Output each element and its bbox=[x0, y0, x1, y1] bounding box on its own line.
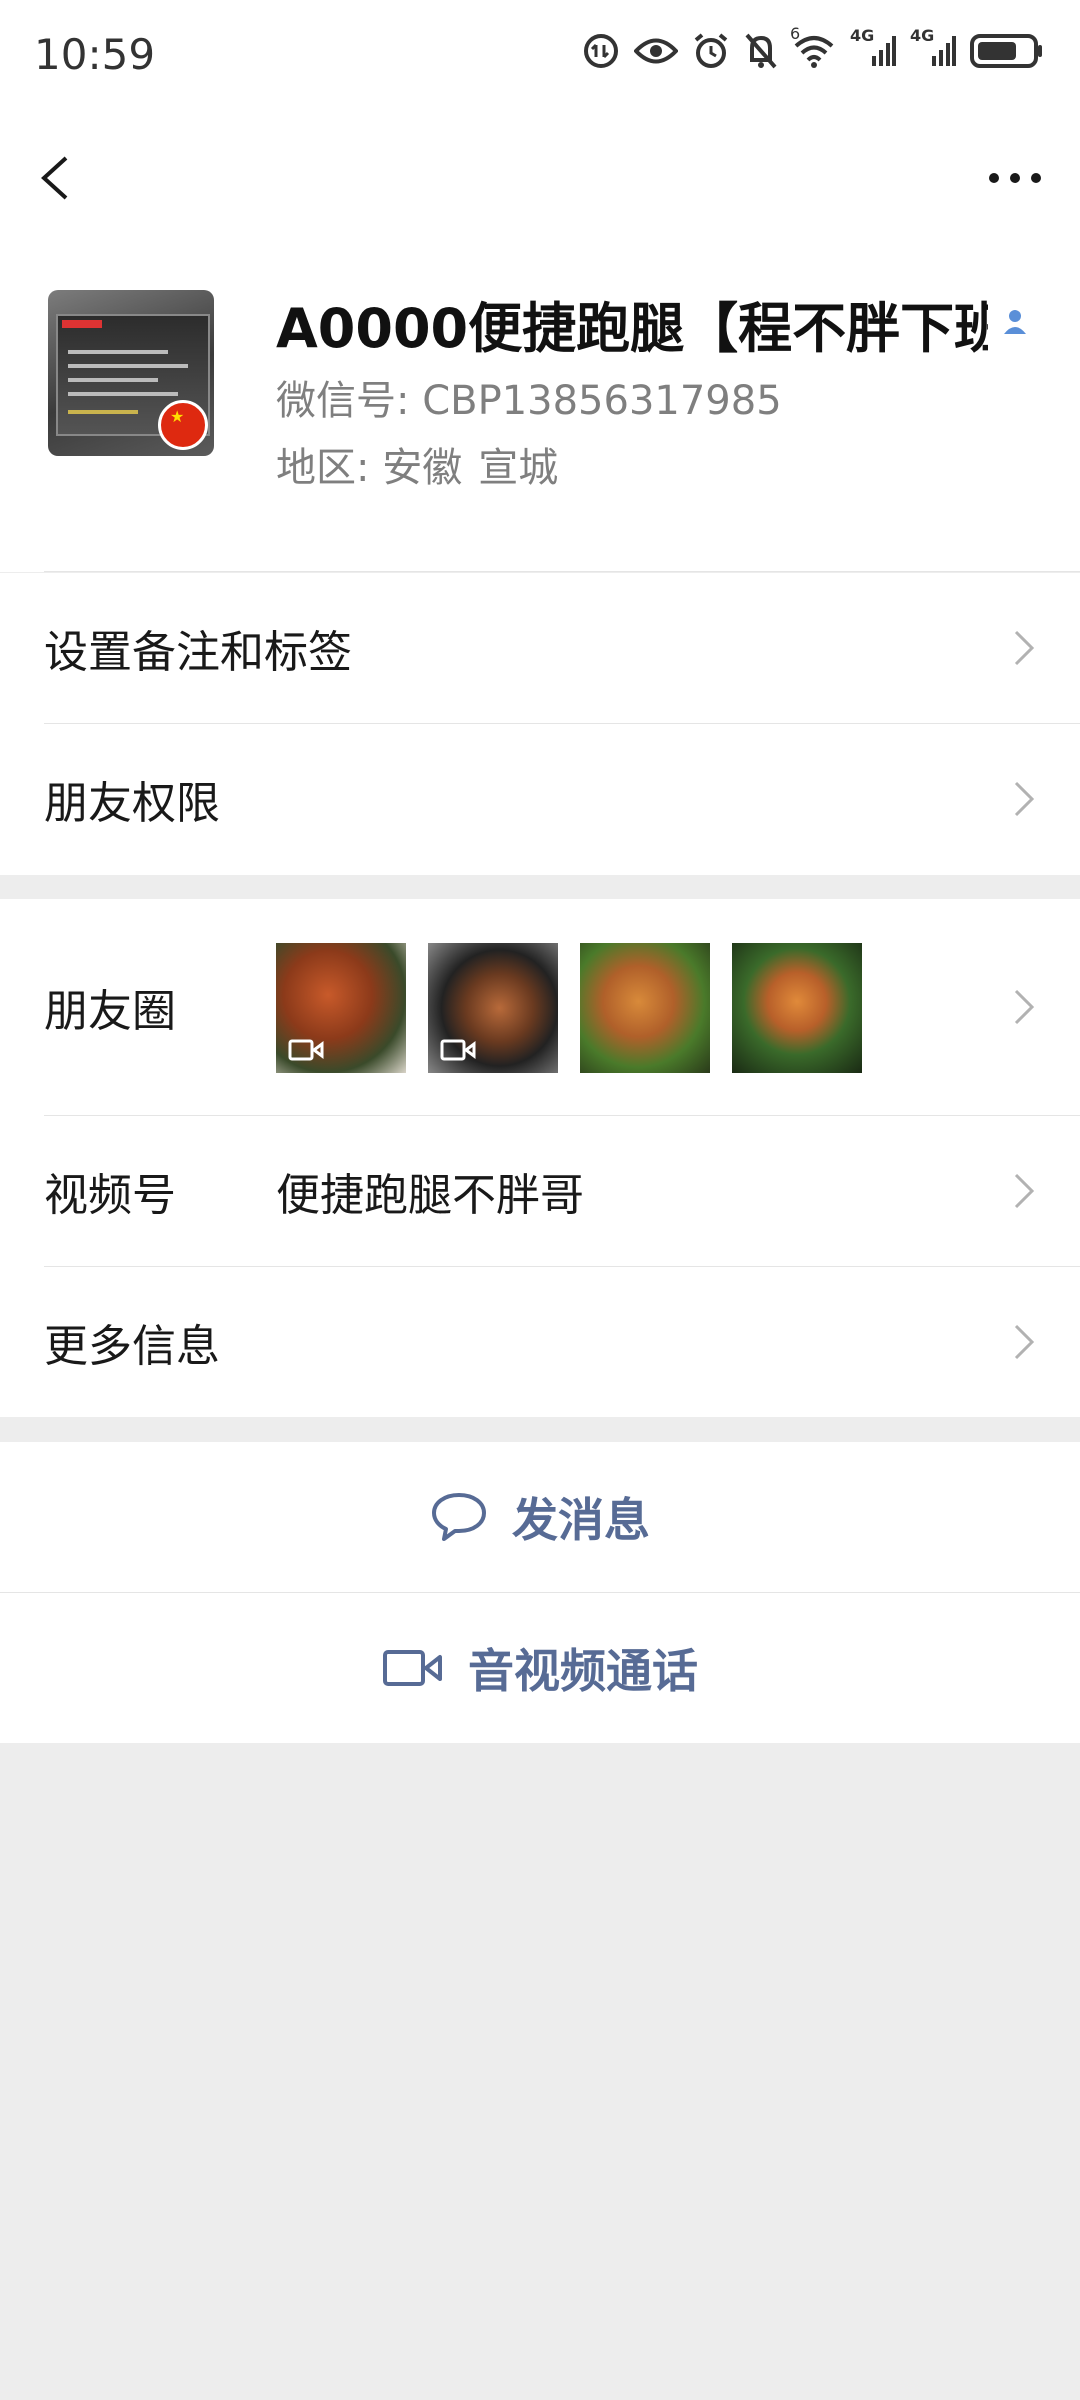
person-icon bbox=[1000, 306, 1030, 340]
battery-icon bbox=[970, 33, 1044, 69]
chevron-right-icon bbox=[1014, 781, 1035, 817]
moments-label: 朋友圈 bbox=[44, 986, 176, 1037]
moments-thumbnail[interactable] bbox=[580, 943, 710, 1073]
signal-4g-icon: 4G bbox=[910, 26, 956, 68]
name-line: A0000便捷跑腿【程不胖下班 bbox=[276, 288, 1036, 360]
wechat-id-value: CBP13856317985 bbox=[422, 378, 782, 424]
alarm-icon bbox=[692, 32, 730, 70]
status-bar: 10:59 6 4G 4G bbox=[0, 0, 1080, 118]
chevron-left-icon bbox=[41, 156, 68, 200]
chevron-right-icon bbox=[1014, 989, 1035, 1025]
chevron-right-icon bbox=[1014, 630, 1035, 666]
nav-bar bbox=[0, 118, 1080, 238]
moments-thumbnail[interactable] bbox=[276, 943, 406, 1073]
more-dots-icon bbox=[989, 173, 1041, 183]
remark-and-tags-label: 设置备注和标签 bbox=[44, 627, 352, 678]
status-time: 10:59 bbox=[34, 30, 156, 79]
moments-row[interactable]: 朋友圈 bbox=[0, 899, 1080, 1115]
voice-video-call-label: 音视频通话 bbox=[468, 1644, 698, 1698]
more-button[interactable] bbox=[980, 148, 1050, 208]
wifi-icon: 6 bbox=[790, 24, 836, 68]
voice-video-call-button[interactable]: 音视频通话 bbox=[0, 1593, 1080, 1743]
more-info-row[interactable]: 更多信息 bbox=[0, 1267, 1080, 1417]
region-label: 地区: bbox=[276, 445, 370, 491]
settings-group: 设置备注和标签 朋友权限 bbox=[0, 573, 1080, 875]
more-info-label: 更多信息 bbox=[44, 1321, 220, 1372]
region-province: 安徽 bbox=[382, 445, 463, 491]
avatar-red-banner bbox=[62, 320, 102, 328]
network-label: 4G bbox=[910, 26, 935, 45]
video-icon bbox=[440, 1039, 476, 1061]
wechat-id-label: 微信号: bbox=[276, 378, 410, 424]
moments-thumbnail[interactable] bbox=[428, 943, 558, 1073]
wifi-label: 6 bbox=[790, 24, 801, 43]
signal-4g-icon: 4G bbox=[850, 26, 896, 68]
avatar[interactable] bbox=[48, 290, 214, 456]
china-flag-icon bbox=[158, 400, 208, 450]
moments-thumbnail[interactable] bbox=[732, 943, 862, 1073]
profile-header: A0000便捷跑腿【程不胖下班 微信号: CBP13856317985 地区: … bbox=[0, 238, 1080, 572]
divider bbox=[44, 571, 1080, 572]
remark-and-tags-row[interactable]: 设置备注和标签 bbox=[0, 573, 1080, 723]
info-group: 朋友圈 视频号 便捷跑腿不胖哥 更多信息 bbox=[0, 899, 1080, 1417]
region: 地区: 安徽 宣城 bbox=[276, 435, 558, 493]
send-message-label: 发消息 bbox=[512, 1493, 650, 1547]
mute-bell-icon bbox=[744, 32, 778, 70]
send-message-button[interactable]: 发消息 bbox=[0, 1442, 1080, 1592]
eye-icon bbox=[634, 36, 678, 66]
moments-thumbnails bbox=[276, 943, 862, 1073]
channels-value: 便捷跑腿不胖哥 bbox=[276, 1170, 584, 1221]
friend-permissions-row[interactable]: 朋友权限 bbox=[0, 724, 1080, 874]
wechat-id: 微信号: CBP13856317985 bbox=[276, 368, 782, 426]
back-button[interactable] bbox=[30, 148, 90, 208]
video-icon bbox=[288, 1039, 324, 1061]
chevron-right-icon bbox=[1014, 1324, 1035, 1360]
region-city: 宣城 bbox=[478, 445, 559, 491]
data-saver-icon bbox=[582, 32, 620, 70]
channels-label: 视频号 bbox=[44, 1170, 176, 1221]
channels-row[interactable]: 视频号 便捷跑腿不胖哥 bbox=[0, 1116, 1080, 1266]
chat-bubble-icon bbox=[432, 1493, 486, 1541]
video-camera-icon bbox=[383, 1650, 442, 1686]
friend-permissions-label: 朋友权限 bbox=[44, 778, 220, 829]
contact-name: A0000便捷跑腿【程不胖下班 bbox=[276, 296, 988, 360]
network-label: 4G bbox=[850, 26, 875, 45]
chevron-right-icon bbox=[1014, 1173, 1035, 1209]
status-icons: 6 4G 4G bbox=[582, 24, 1044, 70]
